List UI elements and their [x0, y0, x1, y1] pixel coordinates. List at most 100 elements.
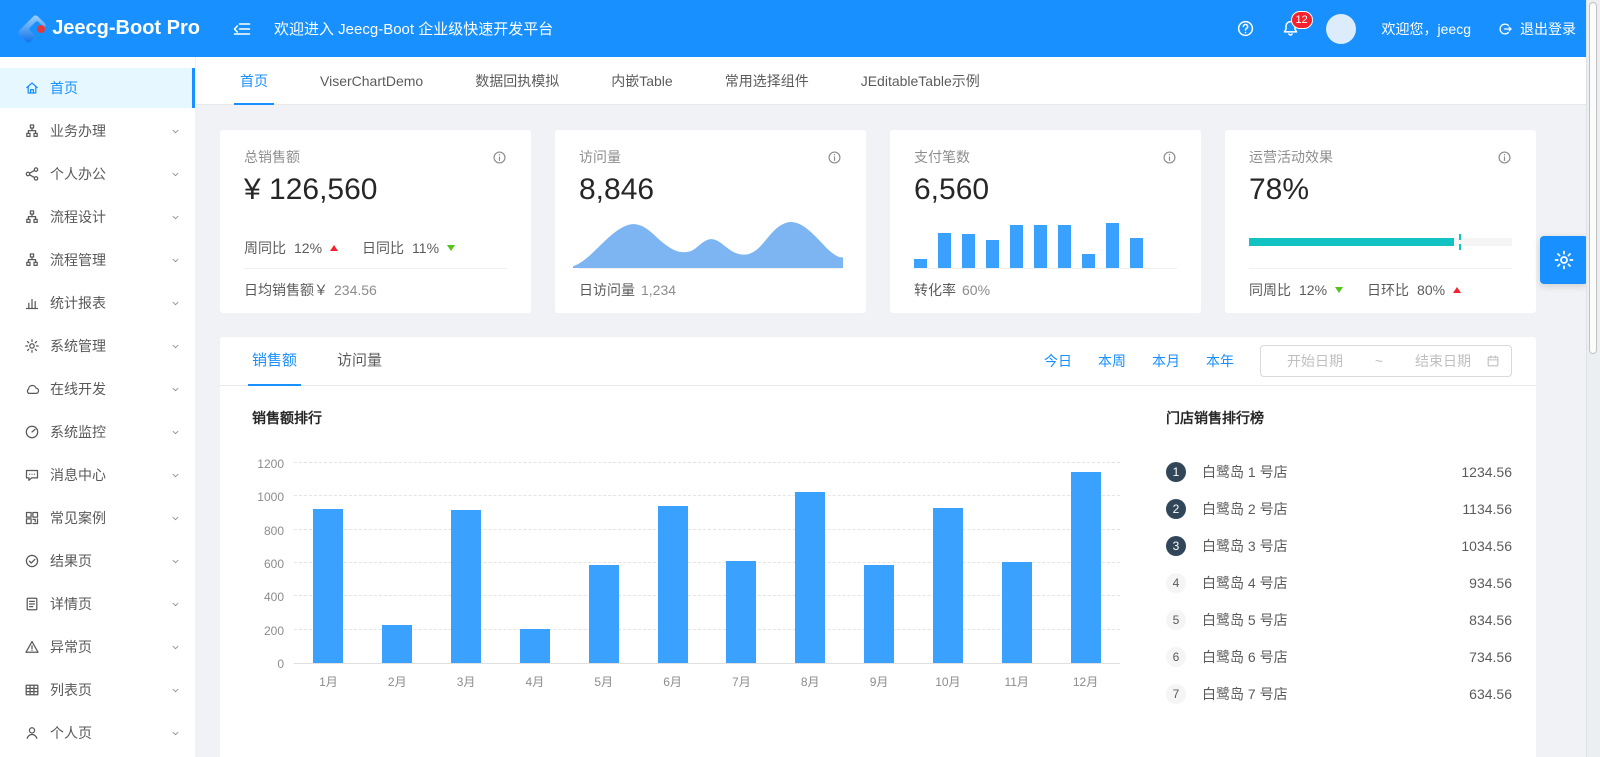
menu-fold-icon[interactable]: [232, 19, 252, 39]
rank-item-7: 7白鹭岛 7 号店634.56: [1166, 675, 1512, 712]
y-tick-label: 600: [264, 557, 284, 571]
rank-item-3: 3白鹭岛 3 号店1034.56: [1166, 527, 1512, 564]
card-footer-value: 60%: [962, 282, 990, 298]
sidebar-item-label: 系统监控: [50, 422, 106, 442]
x-tick-label: 9月: [845, 673, 914, 690]
panel-tab-bar: 销售额访问量: [252, 337, 422, 386]
stat-card-row: 总销售额 ¥ 126,560 周同比12%日同比11% 日均销售额￥ 234.5…: [220, 130, 1536, 313]
date-range-picker[interactable]: ~: [1260, 345, 1512, 377]
gear-icon: [24, 338, 50, 354]
payments-minibar-chart: [914, 218, 1177, 268]
gear-icon: [1553, 249, 1575, 271]
card-title: 总销售额: [244, 147, 300, 167]
share-icon: [24, 166, 50, 182]
sidebar-item-系统管理[interactable]: 系统管理: [0, 326, 195, 366]
filter-本月[interactable]: 本月: [1152, 351, 1180, 371]
app-header: Jeecg-Boot Pro 欢迎进入 Jeecg-Boot 企业级快速开发平台…: [0, 0, 1600, 57]
sidebar-item-统计报表[interactable]: 统计报表: [0, 283, 195, 323]
sidebar-item-label: 业务办理: [50, 121, 106, 141]
filter-本周[interactable]: 本周: [1098, 351, 1126, 371]
route-tab-数据回执模拟[interactable]: 数据回执模拟: [475, 57, 559, 105]
mini-bar: [986, 240, 999, 268]
route-tab-ViserChartDemo[interactable]: ViserChartDemo: [320, 57, 423, 105]
help-icon[interactable]: [1236, 19, 1255, 38]
window-scrollbar[interactable]: [1586, 0, 1600, 757]
mini-bar: [962, 234, 975, 268]
chevron-down-icon: [170, 685, 181, 696]
calendar-icon: [1486, 354, 1500, 368]
sidebar-item-个人页[interactable]: 个人页: [0, 713, 195, 753]
rank-item-2: 2白鹭岛 2 号店1134.56: [1166, 490, 1512, 527]
sidebar-item-在线开发[interactable]: 在线开发: [0, 369, 195, 409]
sidebar-item-详情页[interactable]: 详情页: [0, 584, 195, 624]
stat-card-total-sales: 总销售额 ¥ 126,560 周同比12%日同比11% 日均销售额￥ 234.5…: [220, 130, 531, 313]
rank-title: 门店销售排行榜: [1166, 408, 1512, 428]
table-icon: [24, 682, 50, 698]
bar-10月: [933, 508, 963, 663]
end-date-input[interactable]: [1400, 353, 1486, 369]
start-date-input[interactable]: [1272, 353, 1358, 369]
sidebar-item-系统监控[interactable]: 系统监控: [0, 412, 195, 452]
route-tab-常用选择组件[interactable]: 常用选择组件: [725, 57, 809, 105]
panel-tab-访问量[interactable]: 访问量: [337, 337, 382, 386]
gridline: [294, 529, 1120, 530]
card-footer-label: 日均销售额￥: [244, 280, 328, 300]
info-icon[interactable]: [1497, 150, 1512, 165]
store-value: 1134.56: [1462, 501, 1512, 517]
bar-12月: [1071, 472, 1101, 663]
avatar[interactable]: [1326, 14, 1356, 44]
rank-badge: 1: [1166, 462, 1186, 482]
filter-今日[interactable]: 今日: [1044, 351, 1072, 371]
store-name: 白鹭岛 7 号店: [1202, 684, 1288, 704]
rank-list: 1白鹭岛 1 号店1234.562白鹭岛 2 号店1134.563白鹭岛 3 号…: [1166, 453, 1512, 712]
store-value: 1234.56: [1461, 464, 1512, 480]
logout-button[interactable]: 退出登录: [1497, 19, 1576, 39]
cluster-icon: [24, 252, 50, 268]
sidebar-item-消息中心[interactable]: 消息中心: [0, 455, 195, 495]
sidebar-item-label: 结果页: [50, 551, 92, 571]
rank-item-6: 6白鹭岛 6 号店734.56: [1166, 638, 1512, 675]
info-icon[interactable]: [492, 150, 507, 165]
sidebar-item-结果页[interactable]: 结果页: [0, 541, 195, 581]
y-tick-label: 800: [264, 524, 284, 538]
sidebar-item-列表页[interactable]: 列表页: [0, 670, 195, 710]
info-icon[interactable]: [827, 150, 842, 165]
rank-item-4: 4白鹭岛 4 号店934.56: [1166, 564, 1512, 601]
logo-icon: [24, 16, 40, 42]
sidebar-item-业务办理[interactable]: 业务办理: [0, 111, 195, 151]
sidebar-item-常见案例[interactable]: 常见案例: [0, 498, 195, 538]
filter-本年[interactable]: 本年: [1206, 351, 1234, 371]
route-tab-JEditableTable示例[interactable]: JEditableTable示例: [861, 57, 980, 105]
card-footer-value: 234.56: [334, 282, 377, 298]
settings-fab-button[interactable]: [1540, 236, 1588, 284]
x-tick-label: 10月: [913, 673, 982, 690]
sidebar-item-label: 个人页: [50, 723, 92, 743]
rank-badge: 5: [1166, 610, 1186, 630]
bar-2月: [382, 625, 412, 663]
card-value: ¥ 126,560: [244, 170, 507, 210]
sidebar-item-流程管理[interactable]: 流程管理: [0, 240, 195, 280]
y-tick-label: 1000: [257, 490, 284, 504]
info-icon[interactable]: [1162, 150, 1177, 165]
sidebar-item-label: 统计报表: [50, 293, 106, 313]
sidebar-item-label: 在线开发: [50, 379, 106, 399]
route-tab-首页[interactable]: 首页: [240, 57, 268, 105]
trend-日同比: 日同比11%: [362, 238, 455, 258]
chevron-down-icon: [170, 728, 181, 739]
scrollbar-thumb[interactable]: [1589, 2, 1597, 354]
sidebar-item-label: 详情页: [50, 594, 92, 614]
x-tick-label: 3月: [432, 673, 501, 690]
activity-progress-bar: [1249, 214, 1512, 246]
notification-bell-icon[interactable]: 12: [1281, 19, 1300, 38]
sidebar-item-个人办公[interactable]: 个人办公: [0, 154, 195, 194]
x-tick-label: 7月: [707, 673, 776, 690]
sidebar-item-异常页[interactable]: 异常页: [0, 627, 195, 667]
sidebar-item-首页[interactable]: 首页: [0, 68, 195, 108]
stat-card-payments: 支付笔数 6,560 转化率 60%: [890, 130, 1201, 313]
bar-1月: [313, 509, 343, 663]
sidebar-item-流程设计[interactable]: 流程设计: [0, 197, 195, 237]
panel-tab-销售额[interactable]: 销售额: [252, 337, 297, 386]
route-tab-内嵌Table[interactable]: 内嵌Table: [611, 57, 672, 105]
mini-bar: [1082, 254, 1095, 268]
x-axis-labels: 1月2月3月4月5月6月7月8月9月10月11月12月: [294, 673, 1120, 690]
